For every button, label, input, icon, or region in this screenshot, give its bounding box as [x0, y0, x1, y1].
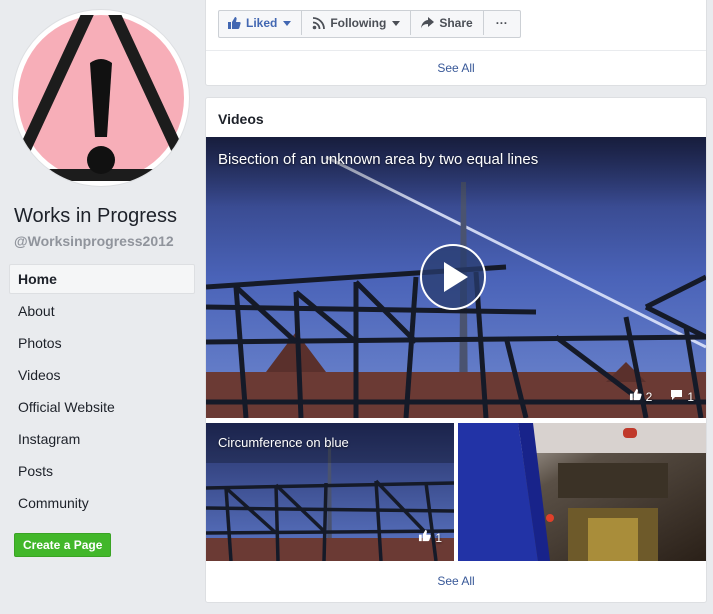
video-stats: 1: [418, 530, 442, 545]
page-action-bar: Liked Following Share ···: [218, 10, 521, 38]
thumbs-up-icon: [418, 530, 431, 545]
video-title: Circumference on blue: [218, 435, 349, 450]
share-label: Share: [439, 16, 473, 30]
see-all-videos-link[interactable]: See All: [206, 574, 706, 588]
divider: [206, 50, 706, 51]
play-button[interactable]: [420, 244, 486, 310]
nav-item-photos[interactable]: Photos: [9, 328, 195, 358]
nav-item-about[interactable]: About: [9, 296, 195, 326]
nav-item-posts[interactable]: Posts: [9, 456, 195, 486]
video-stats: 2 1: [629, 389, 694, 404]
following-label: Following: [330, 16, 387, 30]
video-thumbnail-card[interactable]: [458, 423, 706, 561]
like-count: 2: [645, 389, 653, 404]
video-title: Bisection of an unknown area by two equa…: [218, 151, 539, 168]
comment-count: 1: [687, 389, 694, 404]
share-button[interactable]: Share: [411, 11, 484, 35]
video-thumbnail-card[interactable]: Circumference on blue 1: [206, 423, 454, 561]
videos-section-title[interactable]: Videos: [218, 111, 264, 127]
chevron-down-icon: [283, 20, 292, 26]
page-title[interactable]: Works in Progress: [14, 205, 177, 228]
nav-item-videos[interactable]: Videos: [9, 360, 195, 390]
play-icon: [444, 262, 468, 292]
video-thumbnail: [458, 423, 706, 561]
nav-item-community[interactable]: Community: [9, 488, 195, 518]
more-options-button[interactable]: ···: [484, 11, 520, 35]
more-icon: ···: [495, 16, 508, 30]
like-count: 1: [435, 530, 442, 545]
nav-item-home[interactable]: Home: [9, 264, 195, 294]
nav-item-instagram[interactable]: Instagram: [9, 424, 195, 454]
warning-sign-icon: [18, 15, 184, 181]
see-all-link[interactable]: See All: [206, 61, 706, 75]
thumbs-up-icon: [629, 389, 642, 404]
liked-label: Liked: [246, 16, 278, 30]
page-handle[interactable]: @Worksinprogress2012: [14, 233, 174, 249]
following-button[interactable]: Following: [302, 11, 412, 35]
thumbs-up-icon: [227, 16, 241, 30]
rss-icon: [312, 16, 326, 30]
create-page-button[interactable]: Create a Page: [14, 533, 112, 557]
videos-card: Videos Bisection of an unknown area by t…: [205, 97, 707, 603]
chevron-down-icon: [392, 20, 401, 26]
page-avatar[interactable]: [13, 10, 189, 186]
comment-icon: [670, 389, 683, 404]
nav-item-official-website[interactable]: Official Website: [9, 392, 195, 422]
featured-video[interactable]: Bisection of an unknown area by two equa…: [206, 137, 706, 418]
liked-button[interactable]: Liked: [219, 11, 303, 35]
page-actions-card: Liked Following Share ··· See All: [205, 0, 707, 86]
page-nav: Home About Photos Videos Official Websit…: [9, 264, 195, 520]
share-arrow-icon: [421, 17, 435, 29]
